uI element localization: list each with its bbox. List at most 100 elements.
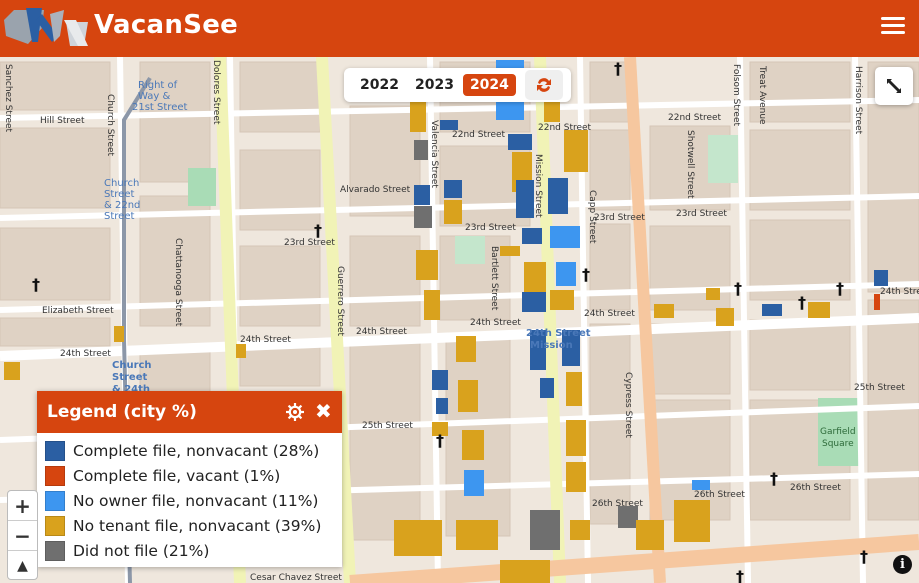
place-label: Mission	[530, 340, 573, 351]
street-label: Treat Avenue	[757, 65, 767, 125]
zoom-in-button[interactable]: +	[8, 491, 37, 521]
swap-icon	[536, 78, 551, 92]
street-label: Folsom Street	[731, 64, 741, 127]
info-icon[interactable]: i	[893, 555, 912, 574]
street-label: Cesar Chavez Street	[250, 573, 342, 583]
street-label: 23rd Street	[676, 209, 727, 219]
year-2023-button[interactable]: 2023	[408, 74, 461, 96]
street-label: Dolores Street	[211, 60, 221, 125]
expand-icon	[887, 79, 901, 93]
legend-swatch	[45, 465, 65, 486]
legend-label: Complete file, nonvacant (28%)	[73, 441, 320, 460]
legend-item: Complete file, vacant (1%)	[45, 463, 342, 488]
park-area	[188, 168, 216, 206]
street-label: Alvarado Street	[340, 185, 411, 195]
svg-text:†: †	[836, 279, 844, 298]
svg-text:†: †	[614, 59, 622, 78]
hamburger-menu-icon[interactable]	[881, 14, 905, 38]
street-label: Harrison Street	[853, 66, 863, 135]
street-label: Church Street	[105, 94, 115, 157]
street-label: 26th Street	[790, 483, 841, 493]
legend-label: Did not file (21%)	[73, 541, 210, 560]
street-label: 24th Street	[584, 309, 635, 319]
street-label: 23rd Street	[594, 213, 645, 223]
legend-item: Complete file, nonvacant (28%)	[45, 438, 342, 463]
svg-text:†: †	[798, 293, 806, 312]
app-title: VacanSee	[94, 10, 239, 40]
street-label: 23rd Street	[465, 223, 516, 233]
legend-label: No owner file, nonvacant (11%)	[73, 491, 319, 510]
street-label: 24th Street	[880, 287, 919, 297]
street-label: 22nd Street	[452, 130, 506, 140]
street-label: 23rd Street	[284, 238, 335, 248]
svg-text:†: †	[314, 221, 322, 240]
legend-item: No owner file, nonvacant (11%)	[45, 488, 342, 513]
park-area	[708, 135, 738, 183]
svg-text:†: †	[860, 547, 868, 566]
year-selector: 2022 2023 2024	[344, 68, 571, 102]
place-label: Church	[112, 360, 152, 371]
year-2024-button[interactable]: 2024	[462, 74, 516, 96]
close-icon[interactable]: ✖	[315, 400, 332, 422]
street-label: 26th Street	[592, 499, 643, 509]
legend-header: Legend (city %) ✖	[37, 391, 342, 433]
svg-text:†: †	[734, 279, 742, 298]
place-label: Street	[104, 211, 134, 222]
street-label: Guerrero Street	[335, 266, 345, 336]
fullscreen-button[interactable]	[875, 67, 913, 105]
place-label: Right of	[138, 80, 178, 91]
legend-swatch	[45, 490, 65, 511]
place-label: Church	[104, 178, 139, 189]
street-label: 22nd Street	[538, 123, 592, 133]
place-label: 21st Street	[132, 102, 187, 113]
place-label: Way &	[138, 91, 170, 102]
street-label: 25th Street	[362, 421, 413, 431]
street-label: Sanchez Street	[3, 64, 13, 133]
legend-title: Legend (city %)	[47, 402, 197, 422]
legend-label: No tenant file, nonvacant (39%)	[73, 516, 322, 535]
street-label: 24th Street	[356, 327, 407, 337]
place-label: Street	[104, 189, 134, 200]
street-label: 24th Street	[60, 349, 111, 359]
zoom-out-button[interactable]: −	[8, 521, 37, 551]
app-header: VacanSee	[0, 0, 919, 57]
year-2022-button[interactable]: 2022	[353, 74, 406, 96]
legend-label: Complete file, vacant (1%)	[73, 466, 281, 485]
street-label: Valencia Street	[429, 120, 439, 188]
place-label: & 22nd	[104, 200, 140, 211]
place-label: Street	[112, 372, 147, 383]
street-label: Bartlett Street	[489, 246, 499, 311]
park-area	[455, 236, 485, 264]
legend-swatch	[45, 540, 65, 561]
street-label: Chattanooga Street	[173, 238, 183, 327]
legend-list: Complete file, nonvacant (28%) Complete …	[37, 433, 342, 563]
park-label: Square	[822, 439, 854, 449]
legend-swatch	[45, 515, 65, 536]
street-label: 26th Street	[694, 490, 745, 500]
park-label: Garfield	[820, 427, 856, 437]
legend-panel: Legend (city %) ✖ Complete file, nonvaca…	[37, 391, 342, 567]
street-label: 24th Street	[470, 318, 521, 328]
street-label: Mission Street	[533, 154, 543, 218]
legend-item: No tenant file, nonvacant (39%)	[45, 513, 342, 538]
street-label: Capp Street	[587, 190, 597, 244]
svg-text:†: †	[582, 265, 590, 284]
svg-text:†: †	[736, 567, 744, 583]
street-label: Elizabeth Street	[42, 306, 114, 316]
gear-icon[interactable]	[285, 402, 305, 422]
vacansee-logo	[4, 8, 88, 46]
legend-item: Did not file (21%)	[45, 538, 342, 563]
street-label: Hill Street	[40, 116, 85, 126]
zoom-control: + − ▲	[7, 490, 38, 580]
street-label: 24th Street	[240, 335, 291, 345]
svg-text:†: †	[436, 431, 444, 450]
reset-north-button[interactable]: ▲	[8, 551, 37, 580]
svg-text:†: †	[770, 469, 778, 488]
place-label: 24th Street	[526, 328, 591, 339]
legend-swatch	[45, 440, 65, 461]
street-label: 22nd Street	[668, 113, 722, 123]
street-label: Cypress Street	[623, 372, 633, 438]
street-label: 25th Street	[854, 383, 905, 393]
compare-years-button[interactable]	[524, 70, 563, 100]
street-label: Shotwell Street	[685, 130, 695, 199]
